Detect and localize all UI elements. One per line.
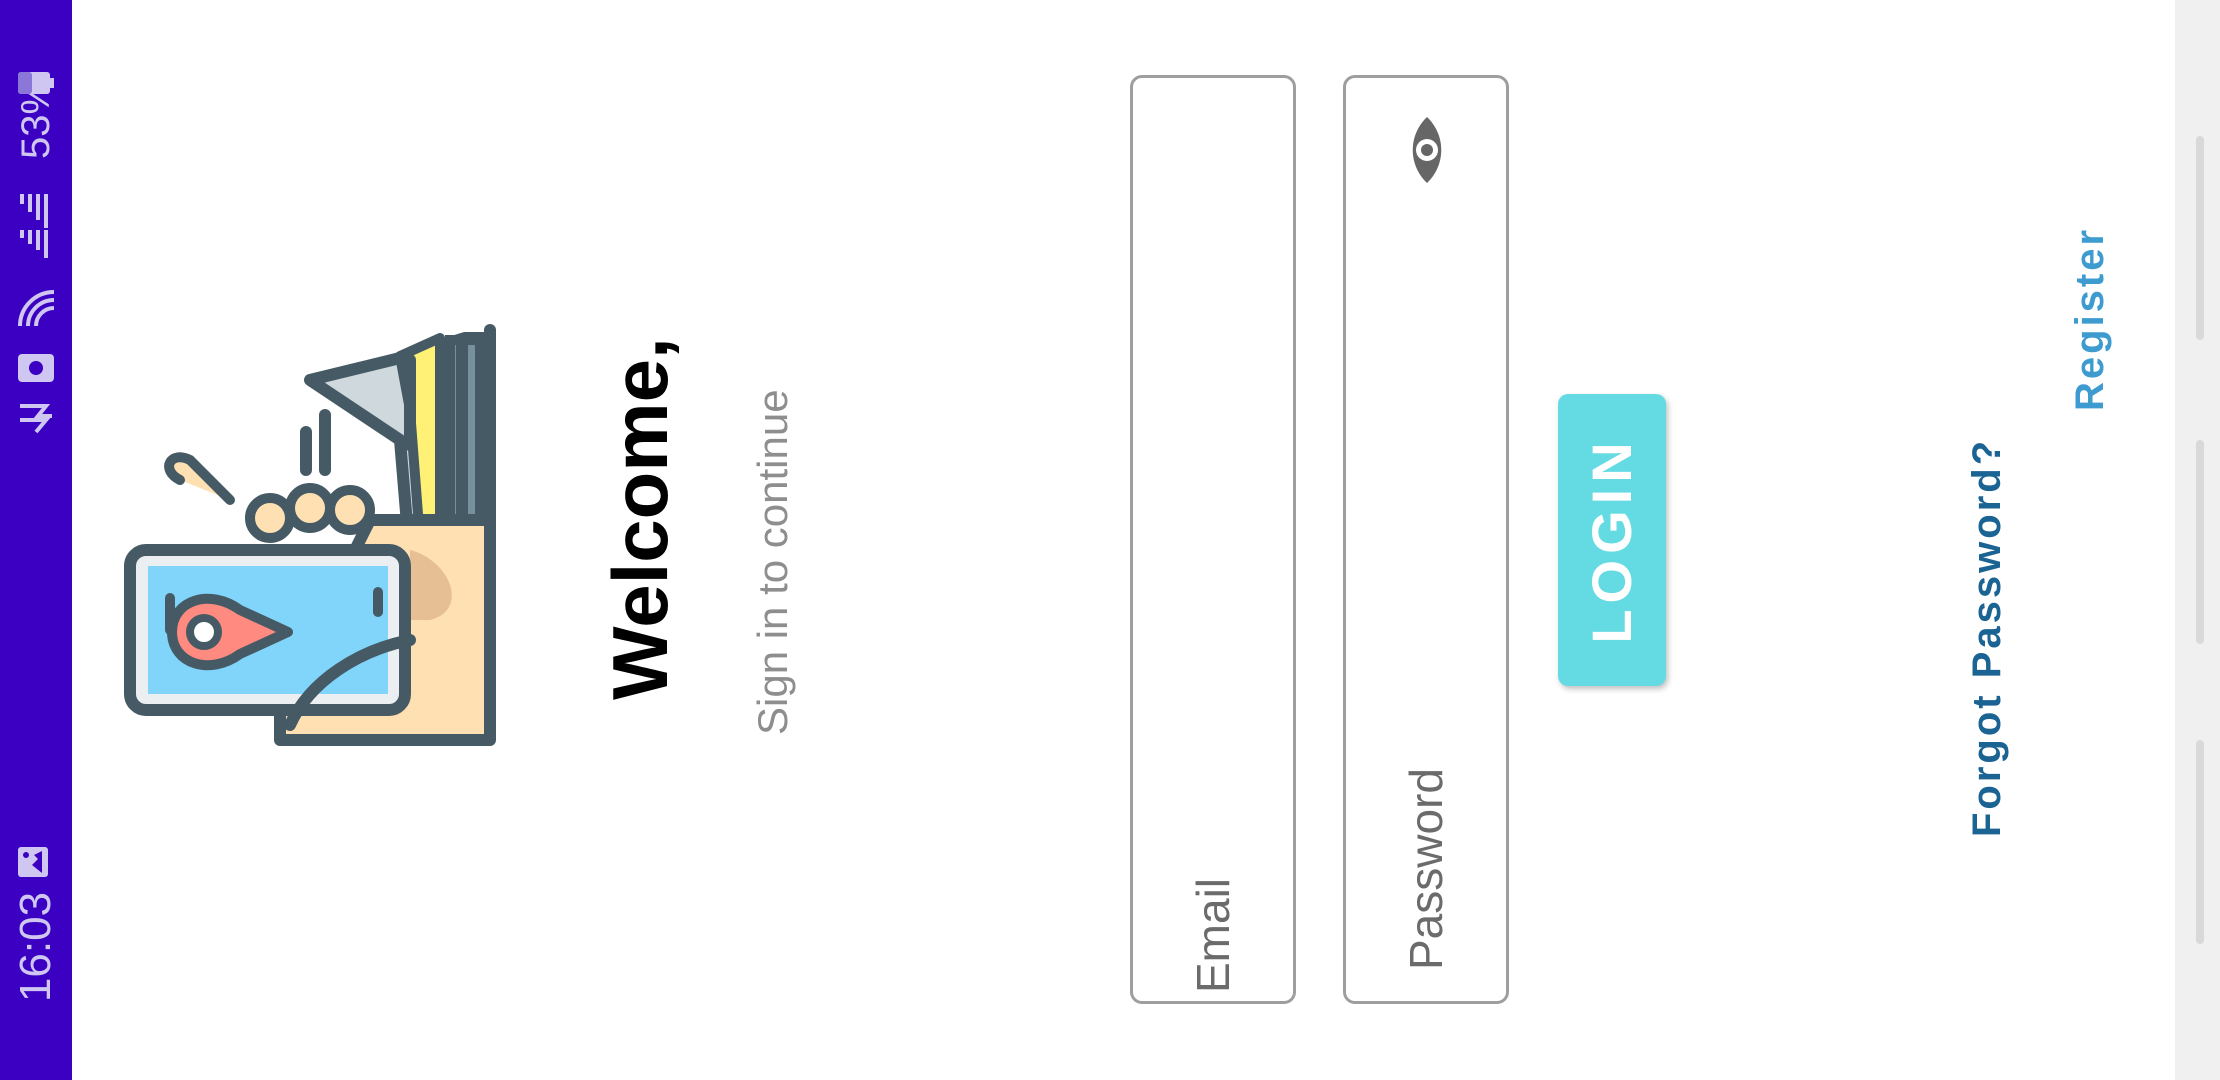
scroll-track-top[interactable] [2196, 136, 2204, 340]
password-value [1398, 394, 1454, 618]
battery-icon [18, 70, 54, 96]
welcome-subtitle: Sign in to continue [749, 389, 796, 735]
welcome-title: Welcome, [596, 337, 684, 700]
wifi-icon [14, 286, 58, 330]
email-field[interactable]: Email [1130, 75, 1296, 1004]
password-placeholder: Password [1400, 768, 1452, 970]
status-time: 16:03 [11, 891, 60, 1003]
email-value [1185, 414, 1241, 598]
status-bar: 16:03 53% [0, 0, 72, 1080]
forgot-password-link[interactable]: Forgot Password? [1962, 407, 2012, 837]
login-button-label: LOGIN [1580, 436, 1643, 644]
image-icon [16, 842, 56, 882]
scroll-track-middle[interactable] [2196, 440, 2204, 644]
notification-icon [16, 350, 56, 386]
email-placeholder: Email [1187, 877, 1239, 993]
eye-icon[interactable] [1402, 113, 1452, 187]
bag-icon [16, 396, 56, 436]
map-location-illustration [110, 320, 550, 760]
signal-icon [16, 190, 56, 260]
password-field[interactable]: Password [1343, 75, 1509, 1004]
scroll-track-bottom[interactable] [2196, 740, 2204, 944]
login-button[interactable]: LOGIN [1558, 394, 1666, 686]
register-link[interactable]: Register [2065, 211, 2115, 411]
